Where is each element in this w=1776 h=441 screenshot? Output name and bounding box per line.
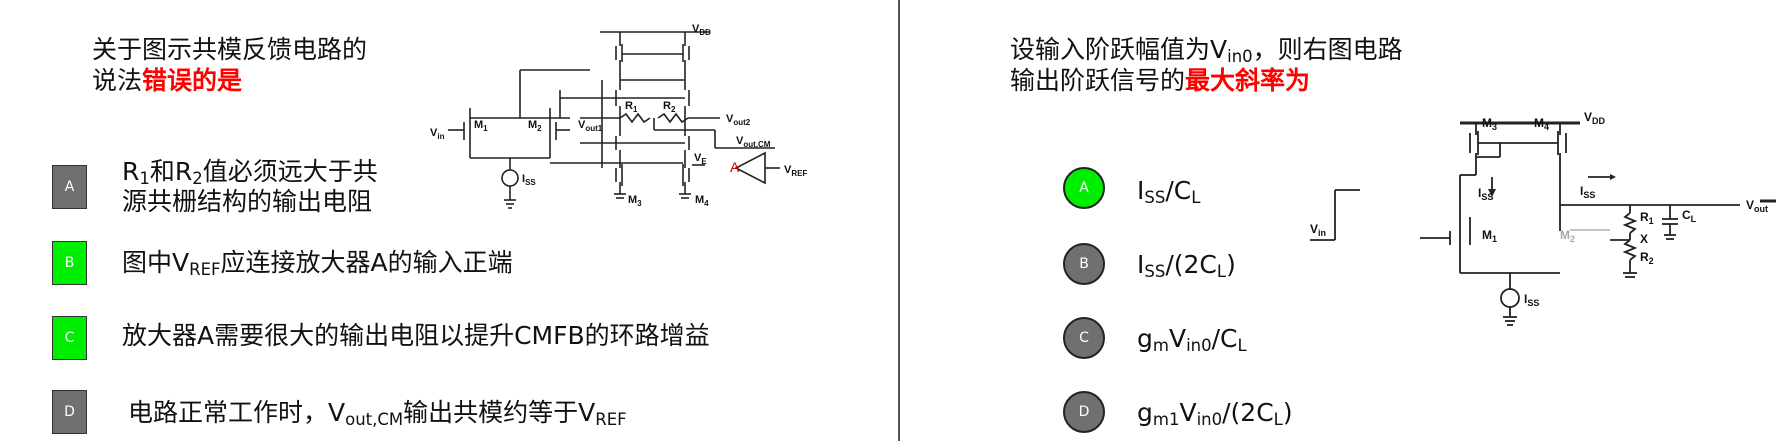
right-question-emphasis: 最大斜率为 [1185, 66, 1311, 95]
cmfb-circuit-diagram: VDD Vin M1 M2 Vout1 Vout2 R1 R2 Vout,CM … [430, 23, 807, 209]
svg-text:Vout,CM: Vout,CM [736, 135, 771, 149]
diff-pair-circuit-diagram: VDD M3 M4 ISS ISS Vout Vin M1 M2 R1 X R2… [1310, 110, 1776, 326]
svg-text:Vout2: Vout2 [726, 113, 751, 127]
left-question-line2: 说法错误的是 [92, 66, 243, 95]
option-b-circle[interactable]: B [1063, 243, 1105, 285]
option-d-text[interactable]: 电路正常工作时，Vout,CM输出共模约等于VREF [128, 398, 627, 428]
svg-text:Vout1: Vout1 [578, 119, 603, 133]
option-a-circle[interactable]: A [1063, 167, 1105, 209]
right-question-line1: 设输入阶跃幅值为Vin0，则右图电路 [1010, 35, 1403, 67]
option-c-badge[interactable]: C [52, 316, 87, 360]
svg-text:M3: M3 [628, 194, 642, 208]
option-a-badge[interactable]: A [52, 165, 87, 209]
svg-text:Vin: Vin [430, 127, 445, 141]
svg-text:A: A [730, 159, 740, 175]
svg-text:R1: R1 [1640, 210, 1654, 226]
left-question-emphasis: 错误的是 [142, 66, 243, 95]
svg-text:M1: M1 [474, 119, 488, 133]
svg-text:ISS: ISS [522, 173, 536, 187]
svg-text:CL: CL [1682, 208, 1697, 224]
option-d-formula[interactable]: gm1Vin0/(2CL) [1137, 398, 1293, 428]
option-a-formula[interactable]: ISS/CL [1137, 176, 1200, 206]
svg-text:VDD: VDD [1584, 110, 1606, 126]
svg-text:ISS: ISS [1524, 292, 1539, 308]
right-question: 设输入阶跃幅值为Vin0，则右图电路 输出阶跃信号的最大斜率为 [1010, 34, 1403, 96]
option-b-text[interactable]: 图中VREF应连接放大器A的输入正端 [122, 248, 513, 278]
svg-text:Vin: Vin [1310, 222, 1326, 238]
option-b-formula[interactable]: ISS/(2CL) [1137, 250, 1236, 280]
svg-text:VREF: VREF [784, 164, 807, 178]
svg-text:M3: M3 [1482, 116, 1497, 132]
option-c-circle[interactable]: C [1063, 317, 1105, 359]
svg-text:M1: M1 [1482, 228, 1497, 244]
svg-text:R2: R2 [663, 100, 676, 114]
right-question-line2: 输出阶跃信号的最大斜率为 [1010, 66, 1311, 95]
svg-text:M4: M4 [695, 194, 709, 208]
option-c-text[interactable]: 放大器A需要很大的输出电阻以提升CMFB的环路增益 [122, 321, 710, 351]
svg-text:R1: R1 [625, 100, 638, 114]
option-b-badge[interactable]: B [52, 241, 87, 285]
option-d-badge[interactable]: D [52, 390, 87, 434]
center-divider [898, 0, 900, 441]
svg-text:ISS: ISS [1580, 184, 1595, 200]
option-c-formula[interactable]: gmVin0/CL [1137, 324, 1247, 354]
svg-text:VE: VE [694, 152, 707, 166]
svg-text:M2: M2 [528, 119, 542, 133]
option-a-text[interactable]: R1和R2值必须远大于共 源共栅结构的输出电阻 [122, 157, 378, 217]
svg-text:ISS: ISS [1478, 186, 1493, 202]
svg-text:M4: M4 [1534, 116, 1549, 132]
svg-text:R2: R2 [1640, 250, 1654, 266]
left-question-line1: 关于图示共模反馈电路的 [92, 35, 368, 64]
left-question: 关于图示共模反馈电路的 说法错误的是 [92, 34, 367, 96]
option-d-circle[interactable]: D [1063, 391, 1105, 433]
svg-text:X: X [1640, 232, 1648, 246]
svg-text:VDD: VDD [692, 23, 711, 37]
